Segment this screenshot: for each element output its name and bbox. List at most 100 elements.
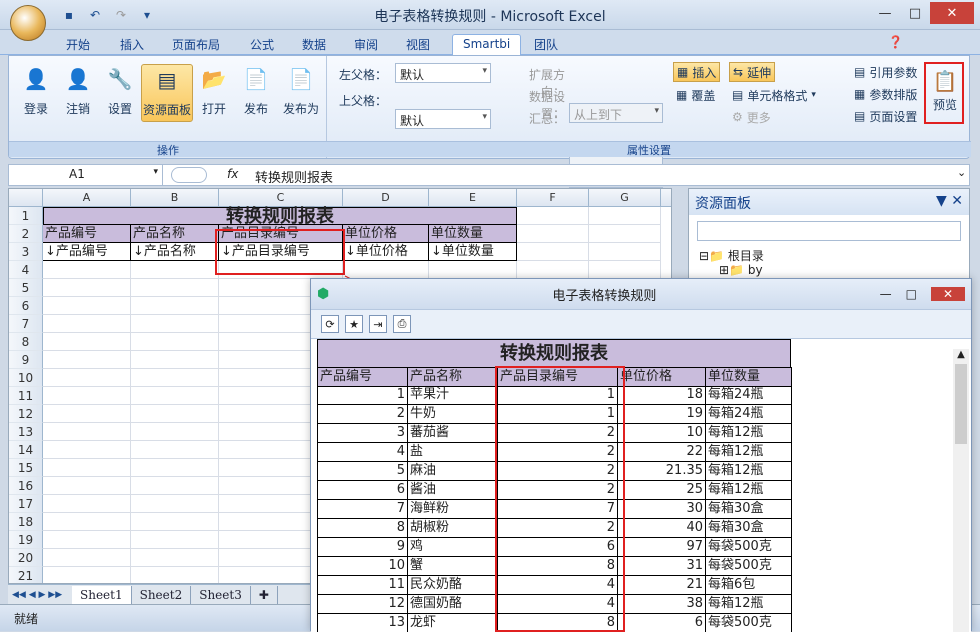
- row-header[interactable]: 12: [9, 405, 43, 423]
- refresh-icon[interactable]: ⟳: [321, 315, 339, 333]
- tab-sheet1[interactable]: Sheet1: [72, 585, 132, 604]
- office-button[interactable]: [10, 5, 46, 41]
- publish-button[interactable]: 📄 发布: [235, 64, 277, 122]
- tab-insert[interactable]: 插入: [110, 34, 154, 55]
- sheet-cell[interactable]: [131, 297, 219, 315]
- row-header[interactable]: 19: [9, 531, 43, 549]
- sheet-cell[interactable]: [43, 351, 131, 369]
- resource-panel-button[interactable]: ▤ 资源面板: [141, 64, 193, 122]
- sheet-cell[interactable]: [131, 423, 219, 441]
- row-header[interactable]: 13: [9, 423, 43, 441]
- tree-root[interactable]: ⊟📁 根目录: [699, 247, 764, 264]
- sheet-cell[interactable]: [517, 225, 589, 243]
- left-parent-combo[interactable]: 默认 ▾: [395, 63, 491, 83]
- maximize-icon[interactable]: □: [900, 2, 930, 24]
- extend-button[interactable]: ⇆ 延伸: [729, 62, 776, 82]
- row-header[interactable]: 7: [9, 315, 43, 333]
- sheet-cell[interactable]: [43, 405, 131, 423]
- sheet-cell[interactable]: [43, 477, 131, 495]
- sheet-cell[interactable]: [589, 261, 661, 279]
- formula-value[interactable]: 转换规则报表: [255, 167, 333, 186]
- report-title-cell[interactable]: 转换规则报表: [43, 207, 517, 226]
- row-header[interactable]: 14: [9, 441, 43, 459]
- page-setup-button[interactable]: ▤ 页面设置: [851, 106, 920, 126]
- overwrite-button[interactable]: ▦ 覆盖: [673, 85, 718, 105]
- expand-formula-icon[interactable]: ⌄: [957, 166, 966, 179]
- row-header[interactable]: 6: [9, 297, 43, 315]
- tab-team[interactable]: 团队: [524, 34, 568, 55]
- favorite-icon[interactable]: ★: [345, 315, 363, 333]
- sheet-cell[interactable]: [131, 351, 219, 369]
- sheet-cell[interactable]: [43, 513, 131, 531]
- sheet-cell[interactable]: [43, 315, 131, 333]
- sheet-cell[interactable]: [43, 297, 131, 315]
- sheet-cell[interactable]: [589, 243, 661, 261]
- ref-param-button[interactable]: ▤ 引用参数: [851, 62, 920, 82]
- sheet-cell[interactable]: [131, 441, 219, 459]
- param-layout-button[interactable]: ▦ 参数排版: [851, 84, 920, 104]
- sheet-cell[interactable]: [43, 459, 131, 477]
- sheet-cell[interactable]: [43, 423, 131, 441]
- sheet-cell[interactable]: [131, 549, 219, 567]
- sheet-cell[interactable]: [517, 243, 589, 261]
- help-icon[interactable]: ❓: [888, 35, 903, 49]
- preview-scrollbar[interactable]: ▲: [953, 349, 969, 632]
- sheet-cell[interactable]: [43, 333, 131, 351]
- sheet-cell[interactable]: [131, 369, 219, 387]
- sheet-cell[interactable]: [589, 225, 661, 243]
- tab-page-layout[interactable]: 页面布局: [162, 34, 230, 55]
- sheet-cell[interactable]: [43, 549, 131, 567]
- open-button[interactable]: 📂 打开: [193, 64, 235, 122]
- sheet-cell[interactable]: [43, 261, 131, 279]
- sheet-cell[interactable]: [131, 531, 219, 549]
- sheet-cell[interactable]: [429, 261, 517, 279]
- expand-direction-combo[interactable]: 从上到下 ▾: [569, 103, 663, 123]
- print-icon[interactable]: ⎙: [393, 315, 411, 333]
- sheet-cell[interactable]: [43, 495, 131, 513]
- export-icon[interactable]: ⇥: [369, 315, 387, 333]
- sheet-cell[interactable]: [131, 459, 219, 477]
- row-header[interactable]: 20: [9, 549, 43, 567]
- row-header[interactable]: 5: [9, 279, 43, 297]
- sheet-cell[interactable]: [131, 513, 219, 531]
- formula-circle[interactable]: [171, 167, 207, 183]
- preview-close-icon[interactable]: ✕: [930, 287, 965, 301]
- sheet-cell[interactable]: [131, 279, 219, 297]
- new-sheet-icon[interactable]: ✚: [251, 585, 278, 604]
- sheet-cell[interactable]: [517, 261, 589, 279]
- settings-button[interactable]: 🔧 设置: [99, 64, 141, 122]
- row-header[interactable]: 3: [9, 243, 43, 261]
- sheet-cell[interactable]: [589, 207, 661, 225]
- fx-icon[interactable]: fx: [227, 167, 238, 181]
- publish-as-button[interactable]: 📄 发布为: [277, 64, 325, 122]
- close-icon[interactable]: ✕: [930, 2, 974, 24]
- tree-child[interactable]: ⊞📁 by: [719, 263, 763, 277]
- row-header[interactable]: 9: [9, 351, 43, 369]
- row-header[interactable]: 17: [9, 495, 43, 513]
- sheet-cell[interactable]: [43, 441, 131, 459]
- tab-sheet2[interactable]: Sheet2: [132, 585, 192, 604]
- sheet-cell[interactable]: [131, 387, 219, 405]
- login-button[interactable]: 👤 登录: [15, 64, 57, 122]
- row-header[interactable]: 1: [9, 207, 43, 225]
- row-header[interactable]: 8: [9, 333, 43, 351]
- sheet-cell[interactable]: [517, 207, 589, 225]
- tab-smartbi[interactable]: Smartbi: [452, 34, 522, 55]
- tab-formulas[interactable]: 公式: [240, 34, 284, 55]
- logout-button[interactable]: 👤 注销: [57, 64, 99, 122]
- sheet-cell[interactable]: [131, 261, 219, 279]
- tab-home[interactable]: 开始: [56, 34, 100, 55]
- preview-minimize-icon[interactable]: —: [880, 287, 892, 301]
- insert-button[interactable]: ▦ 插入: [673, 62, 721, 82]
- sheet-cell[interactable]: [43, 531, 131, 549]
- tab-sheet3[interactable]: Sheet3: [191, 585, 251, 604]
- sheet-cell[interactable]: [43, 567, 131, 583]
- row-header[interactable]: 15: [9, 459, 43, 477]
- sheet-cell[interactable]: [131, 495, 219, 513]
- panel-menu-icon[interactable]: ▼ ✕: [936, 193, 963, 211]
- minimize-icon[interactable]: —: [870, 2, 900, 24]
- preview-button[interactable]: 📋 预览: [927, 66, 963, 124]
- sheet-cell[interactable]: [131, 315, 219, 333]
- row-header[interactable]: 18: [9, 513, 43, 531]
- row-header[interactable]: 4: [9, 261, 43, 279]
